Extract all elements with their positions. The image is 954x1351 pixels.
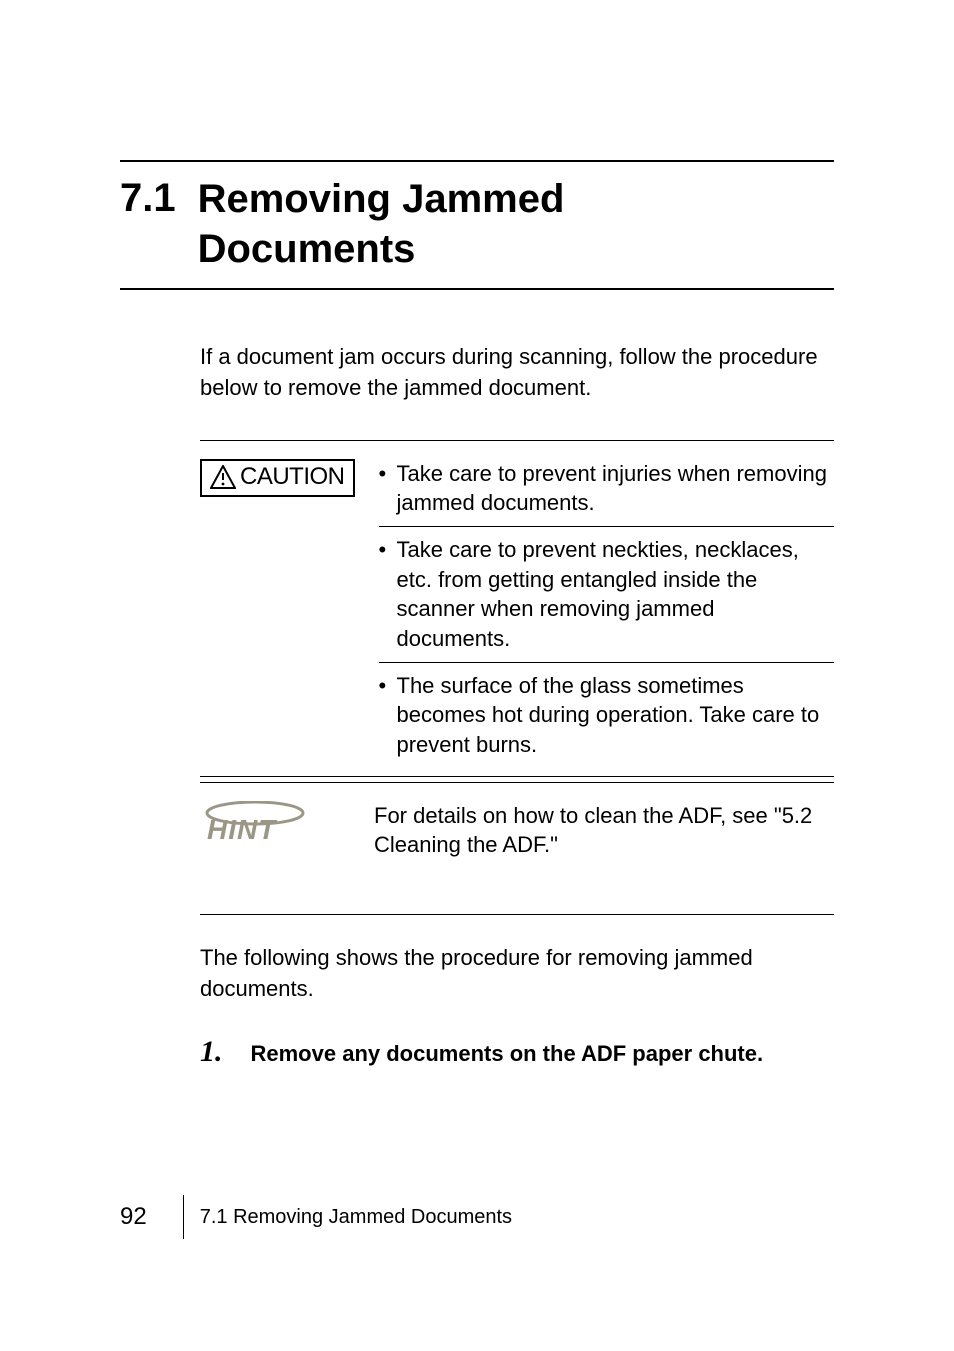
section-top-rule [120, 160, 834, 162]
section-title-line1: Removing Jammed [198, 177, 565, 221]
caution-triangle-icon [210, 465, 236, 489]
footer-breadcrumb: 7.1 Removing Jammed Documents [200, 1206, 512, 1229]
svg-text:HINT: HINT [207, 814, 278, 845]
caution-badge: CAUTION [200, 459, 355, 497]
caution-list: •Take care to prevent injuries when remo… [379, 459, 835, 776]
caution-item-text: Take care to prevent injuries when remov… [397, 461, 827, 516]
caution-item: •Take care to prevent injuries when remo… [379, 459, 835, 526]
hint-icon: HINT [200, 801, 310, 847]
step-number: 1. [200, 1035, 223, 1069]
caution-label: CAUTION [240, 463, 345, 491]
section-heading: 7.1 Removing Jammed Documents [120, 174, 834, 274]
page-footer: 92 7.1 Removing Jammed Documents [120, 1195, 512, 1239]
section-title: Removing Jammed Documents [198, 174, 565, 274]
step-1: 1. Remove any documents on the ADF paper… [200, 1035, 834, 1069]
page-content: 7.1 Removing Jammed Documents If a docum… [0, 0, 954, 1069]
caution-item: •The surface of the glass sometimes beco… [379, 662, 835, 776]
step-text: Remove any documents on the ADF paper ch… [251, 1041, 764, 1067]
section-number: 7.1 [120, 174, 176, 222]
caution-item-text: The surface of the glass sometimes becom… [397, 673, 820, 757]
hint-callout: HINT For details on how to clean the ADF… [200, 782, 834, 914]
hint-badge: HINT [200, 801, 350, 852]
caution-item: •Take care to prevent neckties, necklace… [379, 526, 835, 662]
footer-page-number: 92 [120, 1203, 167, 1231]
hint-text: For details on how to clean the ADF, see… [374, 801, 834, 914]
hint-bottom-rule [200, 914, 834, 915]
caution-callout: CAUTION •Take care to prevent injuries w… [200, 440, 834, 776]
section-title-line2: Documents [198, 227, 416, 271]
caution-item-text: Take care to prevent neckties, necklaces… [397, 537, 799, 651]
intro-paragraph: If a document jam occurs during scanning… [200, 342, 834, 404]
followup-paragraph: The following shows the procedure for re… [200, 943, 834, 1005]
section-bottom-rule [120, 288, 834, 290]
footer-divider [183, 1195, 184, 1239]
